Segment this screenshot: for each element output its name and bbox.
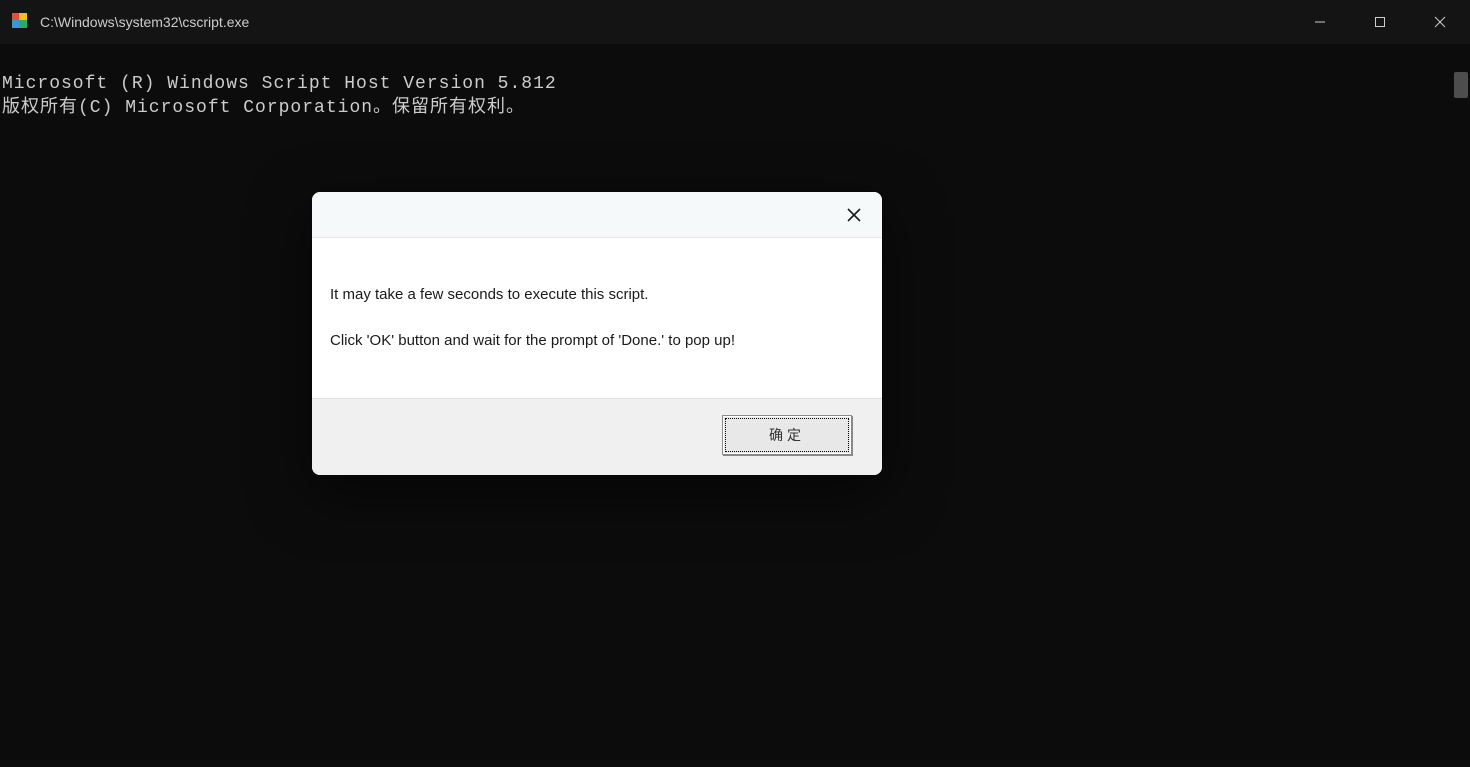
scrollbar-track[interactable] bbox=[1454, 48, 1468, 758]
message-dialog: It may take a few seconds to execute thi… bbox=[312, 192, 882, 475]
dialog-message-line: Click 'OK' button and wait for the promp… bbox=[330, 330, 864, 352]
app-icon bbox=[12, 13, 30, 31]
titlebar-left: C:\Windows\system32\cscript.exe bbox=[0, 13, 249, 31]
window-title: C:\Windows\system32\cscript.exe bbox=[40, 14, 249, 30]
ok-button[interactable]: 确定 bbox=[722, 415, 852, 455]
window-titlebar: C:\Windows\system32\cscript.exe bbox=[0, 0, 1470, 44]
dialog-message-line: It may take a few seconds to execute thi… bbox=[330, 284, 864, 306]
scrollbar-thumb[interactable] bbox=[1454, 72, 1468, 98]
minimize-button[interactable] bbox=[1290, 0, 1350, 44]
close-icon bbox=[846, 207, 862, 223]
dialog-titlebar bbox=[312, 192, 882, 238]
dialog-footer: 确定 bbox=[312, 398, 882, 475]
dialog-body: It may take a few seconds to execute thi… bbox=[312, 238, 882, 398]
ok-button-label: 确定 bbox=[769, 425, 805, 445]
console-line: Microsoft (R) Windows Script Host Versio… bbox=[2, 74, 557, 94]
window-controls bbox=[1290, 0, 1470, 44]
dialog-close-button[interactable] bbox=[840, 201, 868, 229]
console-line: 版权所有(C) Microsoft Corporation。保留所有权利。 bbox=[2, 98, 525, 118]
close-button[interactable] bbox=[1410, 0, 1470, 44]
console-output: Microsoft (R) Windows Script Host Versio… bbox=[0, 44, 1470, 120]
maximize-button[interactable] bbox=[1350, 0, 1410, 44]
